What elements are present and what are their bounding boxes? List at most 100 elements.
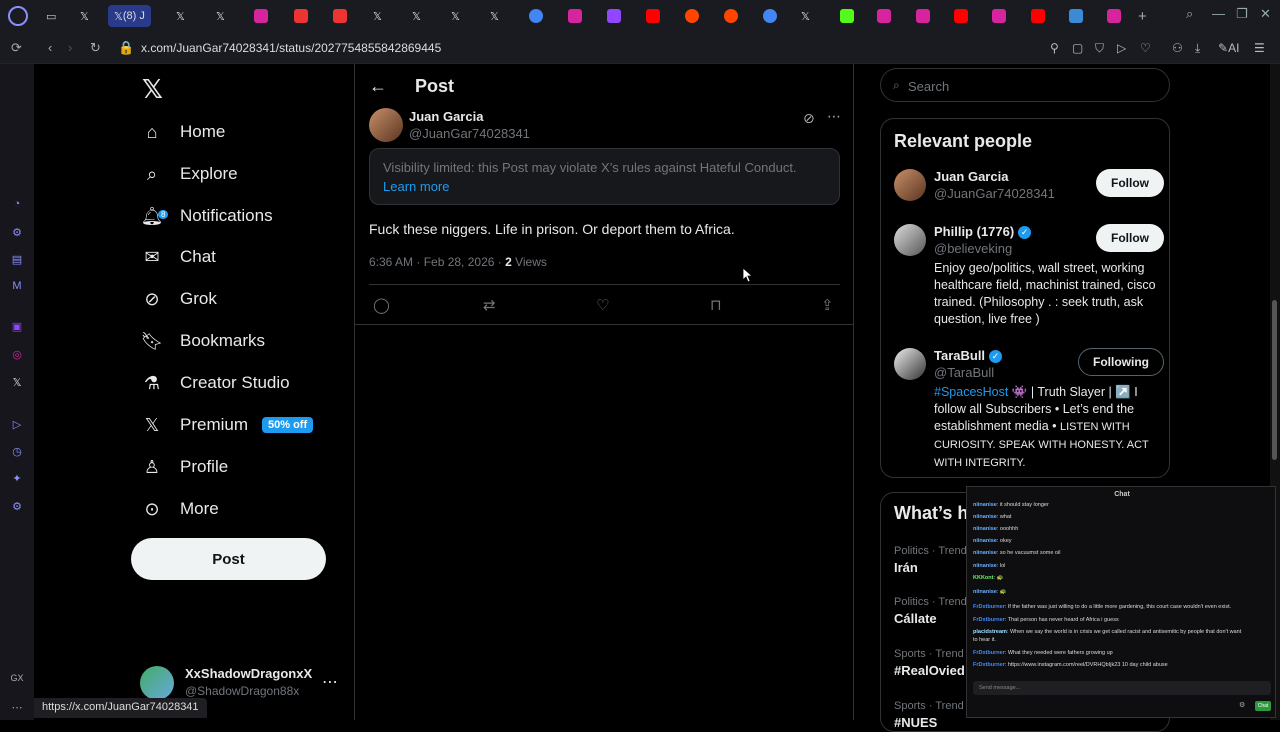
tab-reddit-icon[interactable] (724, 5, 738, 27)
nav-home[interactable]: ⌂ Home (138, 112, 226, 152)
shield-icon[interactable]: ⛉ (1095, 41, 1104, 56)
back-icon[interactable]: ‹ (48, 40, 52, 55)
chat-username[interactable]: FrDxtburner (973, 604, 1005, 610)
tab-reddit-icon[interactable] (685, 5, 699, 27)
forward-icon[interactable]: › (68, 40, 72, 55)
scrollbar-thumb[interactable] (1272, 300, 1277, 460)
tab-icon[interactable]: ▭ (46, 5, 56, 27)
chat-username[interactable]: niinanise (973, 514, 997, 520)
tab-app-icon[interactable] (1069, 5, 1083, 27)
like-icon[interactable]: ♡ (596, 296, 609, 314)
tab-x-icon[interactable]: 𝕏 (490, 5, 499, 27)
grok-icon[interactable]: ⊘ (803, 110, 815, 127)
gear-icon[interactable]: ⚙ (1239, 701, 1245, 709)
more-icon[interactable]: ⋯ (10, 701, 24, 715)
extensions-icon[interactable]: ✦ (10, 472, 24, 486)
tab-google-icon[interactable] (529, 5, 543, 27)
tab-instagram-icon[interactable] (916, 5, 930, 27)
post-button[interactable]: Post (131, 538, 326, 580)
sidebar-icon[interactable]: ◔ (10, 198, 24, 212)
tab-twitch-icon[interactable] (607, 5, 621, 27)
avatar[interactable] (894, 348, 926, 380)
tab-kick-icon[interactable] (840, 5, 854, 27)
active-tab[interactable]: 𝕏 (8) J (108, 5, 151, 27)
nav-notifications[interactable]: 🔔︎ 8 Notifications (138, 196, 273, 236)
hashtag-link[interactable]: #SpacesHost (934, 385, 1008, 399)
trend-name[interactable]: #NUES (894, 715, 937, 730)
sidebar-icon[interactable]: ▤ (10, 253, 24, 267)
chat-input[interactable]: Send message... (973, 681, 1271, 695)
nav-creator-studio[interactable]: ⚗ Creator Studio (138, 363, 290, 403)
author-name[interactable]: Juan Garcia (409, 109, 483, 124)
sidebar-icon[interactable]: M (10, 280, 24, 294)
person-name[interactable]: Phillip (1776) ✓ (934, 224, 1032, 240)
gx-label[interactable]: GX (10, 673, 24, 687)
nav-premium[interactable]: 𝕏 Premium 50% off (138, 405, 314, 445)
nav-bookmarks[interactable]: 🔖︎ Bookmarks (138, 321, 265, 361)
following-button[interactable]: Following (1078, 348, 1164, 376)
tab-youtube-icon[interactable] (1031, 5, 1045, 27)
screenshot-icon[interactable]: ▢ (1072, 41, 1083, 55)
search-tabs-icon[interactable]: ⌕ (1186, 6, 1193, 22)
repost-icon[interactable]: ⇄ (483, 296, 496, 314)
tab-youtube-icon[interactable] (954, 5, 968, 27)
download-icon[interactable]: ⤓ (1195, 41, 1200, 56)
more-icon[interactable]: ⋯ (322, 672, 338, 692)
tab-x-icon[interactable]: 𝕏 (451, 5, 460, 27)
trend-name[interactable]: #RealOvied (894, 663, 965, 678)
minimize-icon[interactable]: — (1212, 6, 1225, 21)
chat-username[interactable]: niinanise (973, 550, 997, 556)
chat-username[interactable]: niinanise (973, 538, 997, 544)
author-handle[interactable]: @JuanGar74028341 (409, 126, 530, 141)
trend-name[interactable]: Irán (894, 560, 918, 575)
tab-x-icon[interactable]: 𝕏 (176, 5, 185, 27)
follow-button[interactable]: Follow (1096, 224, 1164, 252)
tab-instagram-icon[interactable] (254, 5, 268, 27)
person-name[interactable]: TaraBull ✓ (934, 348, 1003, 364)
chat-username[interactable]: niinanise (973, 502, 997, 508)
tab-app-icon[interactable] (294, 5, 308, 27)
sidebar-icon[interactable]: ⚙ (10, 226, 24, 240)
tab-instagram-icon[interactable] (568, 5, 582, 27)
nav-chat[interactable]: ✉ Chat (138, 237, 215, 277)
url-field[interactable]: x.com/JuanGar74028341/status/20277548558… (141, 41, 441, 55)
tab-instagram-icon[interactable] (877, 5, 891, 27)
reload-side-icon[interactable]: ⟳ (11, 40, 22, 56)
heart-icon[interactable]: ♡ (1140, 41, 1151, 55)
settings-icon[interactable]: ⚙ (10, 500, 24, 514)
chat-username[interactable]: niinanise (973, 526, 997, 532)
tab-x-icon[interactable]: 𝕏 (80, 5, 89, 27)
reply-icon[interactable]: ◯ (373, 296, 390, 314)
share-icon[interactable]: ⇪ (821, 296, 834, 314)
chat-send-button[interactable]: Chat (1255, 701, 1271, 711)
history-icon[interactable]: ◷ (10, 445, 24, 459)
tab-instagram-icon[interactable] (992, 5, 1006, 27)
player-icon[interactable]: ▷ (10, 418, 24, 432)
chat-username[interactable]: niinanise (973, 563, 997, 569)
chat-username[interactable]: niinanise (973, 589, 997, 595)
menu-icon[interactable]: ☰ (1254, 41, 1265, 55)
chat-username[interactable]: placidstream (973, 629, 1007, 635)
tab-x-icon[interactable]: 𝕏 (216, 5, 225, 27)
tab-x-icon[interactable]: 𝕏 (801, 5, 810, 27)
back-arrow-icon[interactable]: ← (369, 76, 387, 97)
more-options-icon[interactable]: ⋯ (827, 108, 841, 125)
nav-profile[interactable]: ♙ Profile (138, 447, 228, 487)
tab-google-icon[interactable] (763, 5, 777, 27)
nav-grok[interactable]: ⊘ Grok (138, 279, 216, 319)
close-icon[interactable]: ✕ (1260, 6, 1271, 22)
restore-icon[interactable]: ❐ (1236, 6, 1248, 22)
avatar[interactable] (894, 169, 926, 201)
learn-more-link[interactable]: Learn more (383, 179, 449, 194)
account-icon[interactable]: ⚇ (1172, 41, 1183, 55)
search-input[interactable]: ⌕ Search (880, 68, 1170, 102)
chat-username[interactable]: FrDxtburner (973, 617, 1005, 623)
tab-x-icon[interactable]: 𝕏 (373, 5, 382, 27)
twitch-icon[interactable]: ▣ (10, 320, 24, 334)
instagram-icon[interactable]: ◎ (10, 348, 24, 362)
chat-username[interactable]: FrDxtburner (973, 662, 1005, 668)
person-name[interactable]: Juan Garcia (934, 169, 1008, 184)
chat-username[interactable]: FrDxtburner (973, 650, 1005, 656)
trend-name[interactable]: Cállate (894, 611, 937, 626)
tab-x-icon[interactable]: 𝕏 (412, 5, 421, 27)
